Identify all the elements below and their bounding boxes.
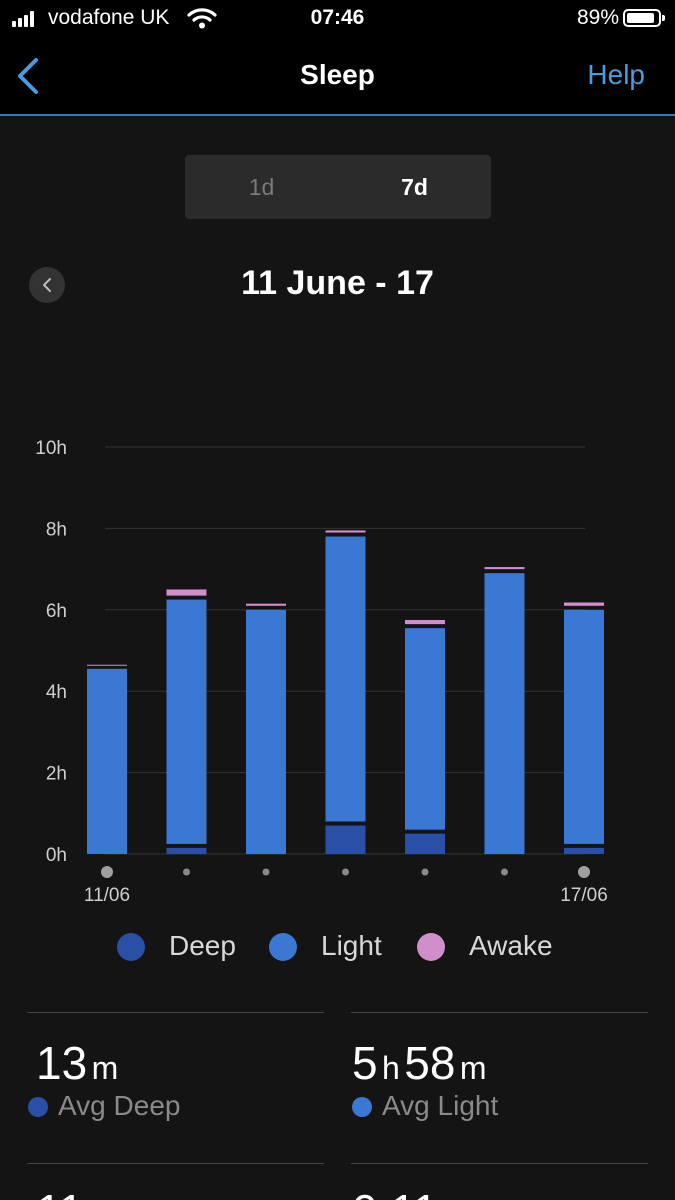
nav-divider [0,114,675,116]
avg-light-label: Avg Light [352,1090,498,1122]
bar-segment-light [564,609,604,844]
bar-segment-light [166,599,207,844]
avg-light-hours-unit: h [382,1050,400,1086]
battery-percentage: 89% [576,6,619,29]
legend-label-light: Light [321,930,382,961]
clock: 07:46 [310,6,365,29]
y-tick-label: 6h [46,601,67,622]
avg-deep-label-text: Avg Deep [58,1090,181,1121]
avg-deep-number: 13 [36,1037,88,1089]
bar-segment-awake [87,664,127,666]
sleep-stages-chart: 0h 2h 4h 6h 8h 10h 11/06 17/06 [35,438,608,906]
y-tick-label: 10h [35,438,67,459]
x-axis-marker [183,868,190,876]
bar-segment-light [246,609,286,854]
range-option-1d[interactable]: 1d [185,155,338,219]
range-option-7d[interactable]: 7d [338,155,491,219]
status-bar: vodafone UK 07:46 89% [0,0,675,38]
x-axis-marker [578,866,590,878]
stat-divider [351,1163,648,1164]
stat-divider [351,1012,648,1013]
avg-light-minutes: 58 [404,1037,456,1089]
y-tick-label: 0h [46,845,67,866]
bar-segment-deep [564,847,604,854]
bar-segment-deep [166,847,207,854]
x-axis-marker [101,866,113,878]
help-link[interactable]: Help [587,59,645,91]
x-axis-marker [342,868,349,876]
legend-label-deep: Deep [169,930,236,961]
stat-divider [27,1163,324,1164]
legend-dot-deep [117,933,145,961]
avg-deep-label: Avg Deep [28,1090,180,1122]
x-axis-marker [501,868,508,876]
y-tick-label: 4h [46,682,67,703]
bar-segment-awake [325,530,366,533]
avg-light-hours: 5 [352,1037,378,1089]
avg-deep-unit: m [91,1050,119,1086]
bar-segment-deep [405,833,445,854]
stat-value-partial: 0 11 [352,1184,438,1200]
avg-light-minutes-unit: m [459,1050,487,1086]
avg-light-value: 5 h 58 m [352,1036,487,1090]
bar-segment-awake [405,619,445,625]
sleep-screen: vodafone UK 07:46 89% Sleep Help 1d 7d 1… [0,0,675,1200]
stat-divider [27,1012,324,1013]
bar-segment-awake [166,589,207,596]
avg-deep-value: 13 m [36,1036,118,1090]
legend-label-awake: Awake [469,930,553,961]
bar-segment-deep [325,825,366,854]
chart-legend: Deep Light Awake [0,927,675,969]
bar-segment-light [87,668,127,854]
light-color-dot [352,1097,372,1117]
y-tick-label: 2h [46,764,67,785]
bar-segment-awake [484,567,525,570]
bar-segment-light [325,536,366,822]
battery-icon [623,9,665,27]
page-title: Sleep [300,59,375,90]
y-tick-label: 8h [46,519,67,540]
date-range-title: 11 June - 17 [241,264,434,302]
bar-segment-awake [246,603,286,606]
legend-dot-light [269,933,297,961]
x-axis-marker [421,868,429,876]
x-tick-label: 11/06 [84,885,130,906]
bar-segment-light [484,573,525,854]
stat-value-partial: 11 [36,1184,84,1200]
x-tick-label: 17/06 [560,885,608,906]
avg-light-label-text: Avg Light [382,1090,499,1121]
x-axis-marker [262,868,270,876]
bar-segment-awake [564,602,604,606]
legend-dot-awake [417,933,445,961]
deep-color-dot [28,1097,48,1117]
bar-segment-light [405,628,445,830]
range-toggle: 1d 7d [185,155,491,219]
